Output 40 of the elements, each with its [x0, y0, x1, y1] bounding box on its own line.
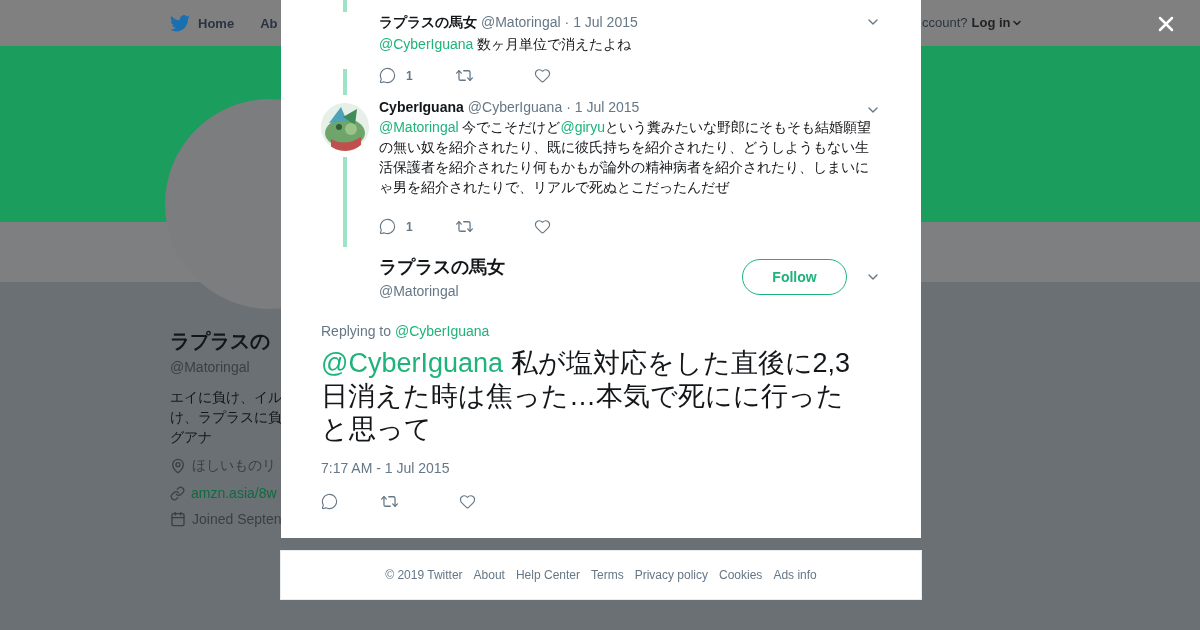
nav-link[interactable]: Home	[170, 14, 235, 32]
location-icon	[170, 458, 186, 474]
mention-link[interactable]: @Matoringal	[379, 119, 459, 135]
reply-button[interactable]	[321, 493, 338, 510]
footer-link[interactable]: Cookies	[719, 568, 763, 582]
tweet-handle: @Matoringal	[379, 283, 460, 299]
login-link[interactable]: Log in	[971, 15, 1023, 30]
replying-to: Replying to @CyberIguana	[321, 323, 491, 339]
like-button[interactable]	[533, 218, 551, 235]
tweet-author[interactable]: CyberIguana	[379, 99, 464, 115]
mention-link[interactable]: @giryu	[560, 119, 606, 135]
tweet-author[interactable]: ラプラスの馬女	[379, 255, 742, 279]
footer-link[interactable]: About	[473, 568, 505, 582]
tweet-text: @Matoringal 今でこそだけど@giryu という糞みたいな野郎にそもそも結婚願望の無い奴を紹介されたり、既に彼氏持ちを紹介されたり、どうしようもない生活保護者を紹介されたり何もかもが論外の精神病者を紹介されたり、しまいにゃ男を紹介されたりで、リアルで死ぬとこだったんだぜ	[379, 118, 873, 197]
footer-link[interactable]: Ads info	[773, 568, 817, 582]
copyright: © 2019 Twitter	[385, 568, 463, 582]
follow-button[interactable]: Follow	[742, 259, 847, 295]
like-button[interactable]	[533, 67, 551, 84]
mention-link[interactable]: @CyberIguana	[321, 348, 503, 378]
mention-link[interactable]: @CyberIguana	[379, 36, 474, 52]
tweet-text: @CyberIguana 私が塩対応をした直後に2,3日消えた時は焦った…本気で死にに行ったと思って	[321, 347, 852, 446]
nav-link[interactable]: Ab	[260, 15, 278, 31]
tweet-text: @CyberIguana 数ヶ月単位で消えたよね	[379, 35, 633, 54]
tweet-date: · 1 Jul 2015	[566, 99, 640, 115]
mention-link[interactable]: @CyberIguana	[394, 323, 490, 339]
profile-bio: エイに負け、イル け、ラプラスに負 グアナ	[170, 388, 282, 447]
bird-icon	[170, 14, 190, 32]
profile-name: ラプラスの	[170, 329, 271, 354]
footer-link[interactable]: Privacy policy	[634, 568, 708, 582]
footer-link[interactable]: Terms	[591, 568, 624, 582]
tweet-handle: @CyberIguana	[467, 99, 563, 115]
tweet-date: · 1 Jul 2015	[564, 14, 638, 30]
like-button[interactable]	[459, 493, 476, 510]
tweet-time: 7:17 AM - 1 Jul 2015	[321, 460, 451, 476]
footer-link[interactable]: Help Center	[515, 568, 580, 582]
calendar-icon	[170, 511, 186, 527]
tweet-author[interactable]: ラプラスの馬女	[379, 14, 477, 32]
login-prompt: ccount?	[922, 15, 968, 30]
tweet-handle: @Matoringal	[481, 14, 561, 30]
link-icon	[170, 485, 185, 501]
